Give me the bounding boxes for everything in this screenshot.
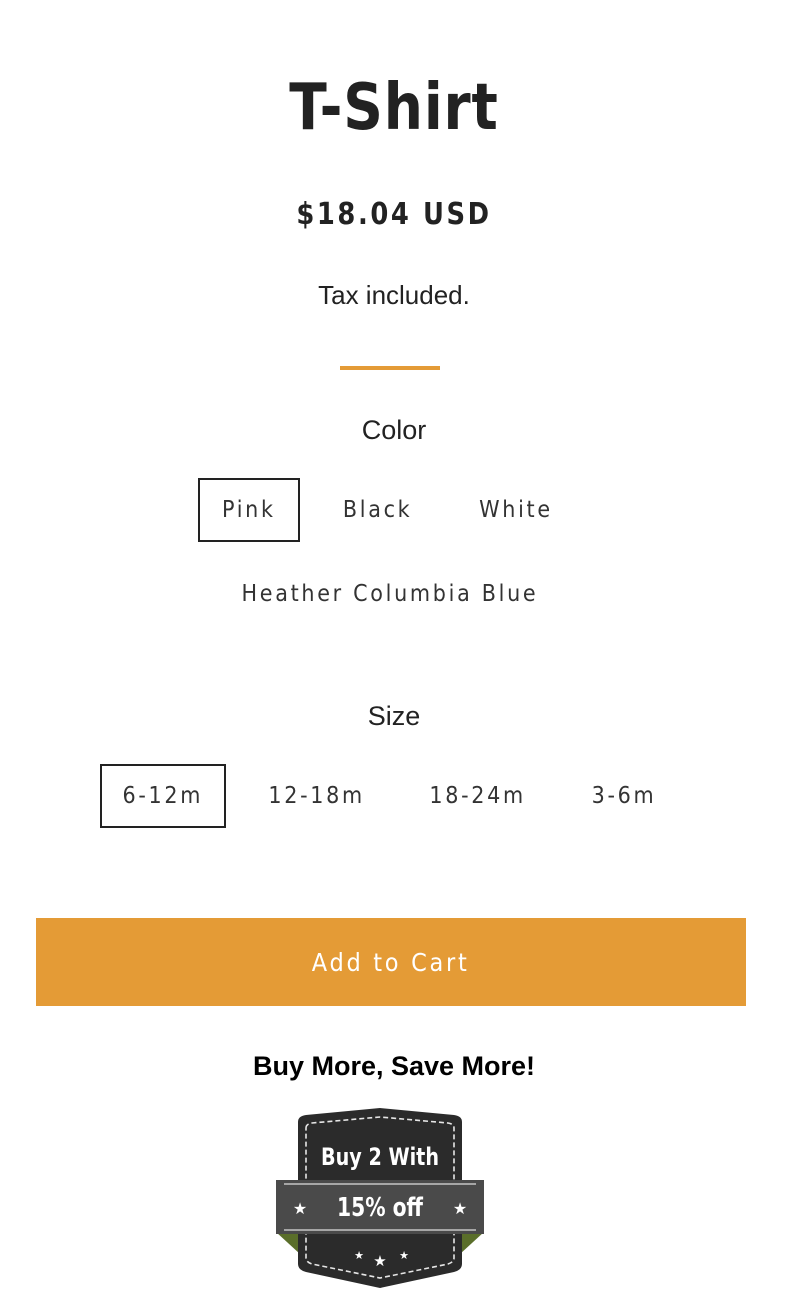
color-swatch-black[interactable]: Black: [318, 478, 438, 542]
product-price: $18.04 USD: [296, 197, 492, 232]
color-swatch-label: White: [479, 497, 553, 523]
promo-heading: Buy More, Save More!: [252, 1051, 536, 1081]
size-swatch-18-24m[interactable]: 18-24m: [410, 764, 546, 828]
product-title: T-Shirt: [289, 71, 499, 145]
ribbon-tab-right: [460, 1232, 484, 1254]
size-swatch-6-12m[interactable]: 6-12m: [100, 764, 226, 828]
star-icon: ★: [293, 1199, 307, 1218]
color-swatch-label: Black: [343, 497, 413, 523]
star-icon: ★: [453, 1199, 467, 1218]
color-label: Color: [361, 415, 427, 445]
size-swatch-12-18m[interactable]: 12-18m: [248, 764, 386, 828]
add-to-cart-button[interactable]: Add to Cart: [36, 918, 746, 1006]
size-swatch-label: 18-24m: [429, 783, 527, 809]
size-swatch-label: 6-12m: [122, 783, 204, 809]
size-label: Size: [367, 701, 421, 731]
ribbon-tab-left: [276, 1232, 300, 1254]
color-swatch-label: Heather Columbia Blue: [241, 581, 539, 607]
discount-badge: ★ ★ ★ ★ ★ Buy 2 With 15% off: [276, 1108, 484, 1288]
badge-line-1: Buy 2 With: [321, 1143, 439, 1171]
tax-note: Tax included.: [318, 280, 470, 310]
add-to-cart-label: Add to Cart: [312, 947, 470, 977]
star-icon: ★: [399, 1249, 409, 1262]
color-swatch-white[interactable]: White: [456, 478, 576, 542]
size-swatch-label: 12-18m: [268, 783, 366, 809]
color-swatch-label: Pink: [222, 497, 276, 523]
color-swatch-pink[interactable]: Pink: [198, 478, 300, 542]
size-swatch-3-6m[interactable]: 3-6m: [570, 764, 678, 828]
size-swatch-label: 3-6m: [591, 783, 657, 809]
star-icon: ★: [373, 1252, 386, 1270]
divider: [340, 366, 440, 370]
star-icon: ★: [354, 1249, 364, 1262]
badge-line-2: 15% off: [337, 1193, 424, 1223]
color-swatch-heather-columbia-blue[interactable]: Heather Columbia Blue: [224, 562, 556, 626]
